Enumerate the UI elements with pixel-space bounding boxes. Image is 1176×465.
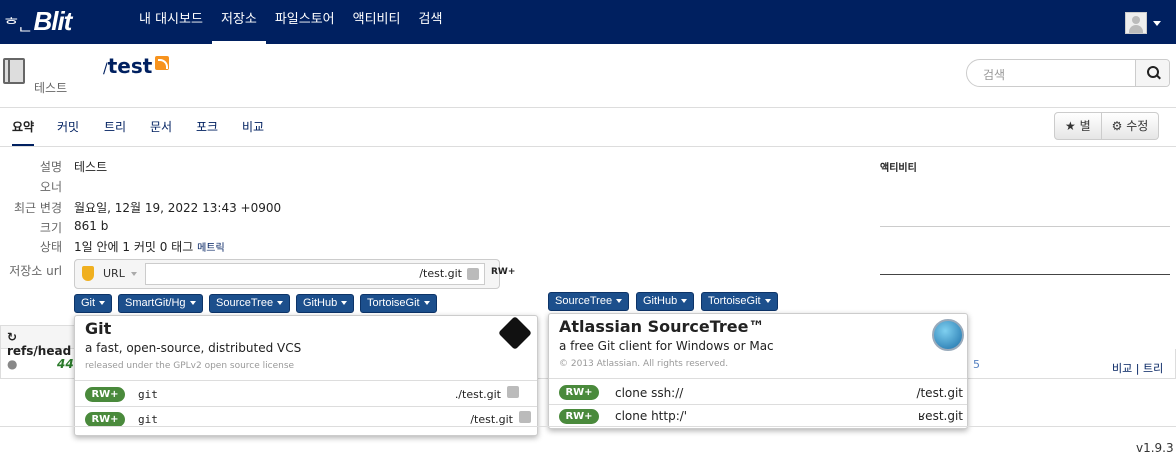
sourcetree-app-button[interactable]: SourceTree [548, 292, 630, 311]
sourcetree-clone-panel: Atlassian SourceTree™ a free Git client … [548, 313, 968, 429]
label-last-change: 최근 변경 [14, 201, 62, 215]
github-app-button[interactable]: GitHub [636, 292, 695, 311]
tab-forks[interactable]: 포크 [196, 118, 218, 135]
value-last-change: 월요일, 12월 19, 2022 13:43 +0900 [74, 201, 282, 215]
tab-docs[interactable]: 문서 [150, 118, 172, 135]
search-button[interactable] [1135, 60, 1169, 86]
tab-commits[interactable]: 커밋 [57, 118, 79, 135]
tab-tree[interactable]: 트리 [104, 118, 126, 135]
activity-title: 액티비티 [880, 163, 917, 174]
url-permission: RW+ [491, 267, 516, 277]
git-row2-permission: RW+ [85, 412, 125, 427]
git-dropdown-button[interactable]: Git [74, 294, 113, 313]
value-size: 861 b [74, 219, 109, 233]
version-label: v1.9.3 [1136, 441, 1174, 455]
sourcetree-row2-command[interactable]: clone http:/' [615, 409, 687, 423]
label-status: 상태 [39, 240, 62, 254]
shield-icon [82, 266, 94, 281]
git-panel-license: released under the GPLv2 open source lic… [85, 361, 295, 371]
git-panel-title: Git [85, 319, 112, 338]
rss-feed-icon[interactable] [155, 56, 170, 70]
label-size: 크기 [39, 221, 62, 235]
copy-puzzle-icon[interactable] [467, 268, 479, 280]
sourcetree-panel-title: Atlassian SourceTree™ [559, 317, 765, 336]
refs-header: ↻ refs/head [0, 325, 80, 358]
repository-url-field[interactable]: /test.git [145, 263, 485, 285]
sourcetree-row1-command[interactable]: clone ssh:// [615, 386, 683, 400]
ref-commit-text[interactable]: 44 [57, 357, 74, 371]
sourcetree-logo-icon [932, 319, 964, 351]
tortoisegit-app-button[interactable]: TortoiseGit [701, 292, 778, 311]
repository-title: /test [103, 54, 170, 78]
url-protocol-select[interactable]: URL [103, 267, 137, 280]
ref-actions: 비교 | 트리 [1112, 362, 1164, 375]
main-nav: 내 대시보드 저장소 파일스토어 액티비티 검색 [130, 0, 451, 44]
compare-link[interactable]: 비교 [1112, 362, 1132, 375]
git-row1-permission: RW+ [85, 387, 125, 402]
github-dropdown-button[interactable]: GitHub [296, 294, 355, 313]
tortoisegit-dropdown-button[interactable]: TortoiseGit [360, 294, 437, 313]
user-avatar[interactable] [1125, 12, 1147, 34]
repository-book-icon [3, 58, 25, 84]
nav-activity[interactable]: 액티비티 [344, 0, 410, 44]
label-owner: 오너 [39, 180, 62, 194]
sourcetree-row1-url[interactable]: /test.git [849, 386, 963, 400]
sourcetree-panel-copyright: © 2013 Atlassian. All rights reserved. [559, 359, 729, 369]
tab-summary[interactable]: 요약 [12, 118, 35, 146]
tree-link[interactable]: 트리 [1143, 362, 1163, 375]
sourcetree-row1-permission: RW+ [559, 385, 599, 400]
edit-button[interactable]: ⚙ 수정 [1101, 112, 1160, 140]
ref-link-tail[interactable]: 5 [973, 358, 980, 371]
copy-puzzle-icon[interactable] [519, 411, 531, 423]
repository-name-link[interactable]: test [108, 54, 153, 78]
activity-divider [880, 226, 1170, 227]
git-row1-command: git [138, 388, 158, 401]
repository-header: 테스트 /test 검색 [0, 44, 1176, 108]
git-panel-subtitle: a fast, open-source, distributed VCS [85, 341, 302, 355]
star-button[interactable]: ★ 별 [1054, 112, 1102, 140]
nav-dashboard[interactable]: 내 대시보드 [130, 0, 212, 44]
top-navbar: ᄒᆫBlit 내 대시보드 저장소 파일스토어 액티비티 검색 [0, 0, 1176, 44]
git-row1-url: ./test.git [454, 388, 501, 401]
metrics-link[interactable]: 메트릭 [197, 243, 225, 254]
refresh-icon: ↻ [7, 330, 18, 344]
label-repository-url: 저장소 url [9, 264, 62, 278]
git-clone-panel: Git a fast, open-source, distributed VCS… [74, 315, 538, 436]
copy-puzzle-icon[interactable] [507, 386, 519, 398]
sourcetree-row2-permission: RW+ [559, 409, 599, 424]
value-description: 테스트 [74, 160, 108, 174]
label-description: 설명 [39, 160, 62, 174]
repository-tabs: 요약 커밋 트리 문서 포크 비교 ★ 별 ⚙ 수정 [0, 108, 1176, 147]
git-row2-command: git [138, 413, 158, 426]
git-row2-url: /test.git [470, 413, 513, 426]
search-input[interactable]: 검색 [983, 66, 1005, 83]
repository-url-box: URL /test.git [74, 259, 500, 289]
tab-compare[interactable]: 비교 [242, 118, 264, 135]
value-status: 1일 안에 1 커밋 0 태그 메트릭 [74, 240, 225, 254]
sourcetree-panel-subtitle: a free Git client for Windows or Mac [559, 339, 774, 353]
nav-search[interactable]: 검색 [409, 0, 451, 44]
repository-description: 테스트 [34, 81, 68, 95]
gitblit-logo[interactable]: ᄒᆫBlit [4, 6, 72, 37]
nav-filestore[interactable]: 파일스토어 [266, 0, 344, 44]
smartgit-dropdown-button[interactable]: SmartGit/Hg [118, 294, 203, 313]
nav-repositories[interactable]: 저장소 [211, 0, 266, 44]
user-menu-caret-icon[interactable] [1153, 21, 1161, 26]
sourcetree-row2-url[interactable]: ʁest.git [849, 409, 963, 423]
sourcetree-dropdown-button[interactable]: SourceTree [209, 294, 291, 313]
commit-dot-icon: ● [7, 357, 18, 371]
chevron-down-icon [130, 272, 137, 276]
search-box: 검색 [966, 59, 1170, 87]
activity-axis [880, 274, 1170, 275]
